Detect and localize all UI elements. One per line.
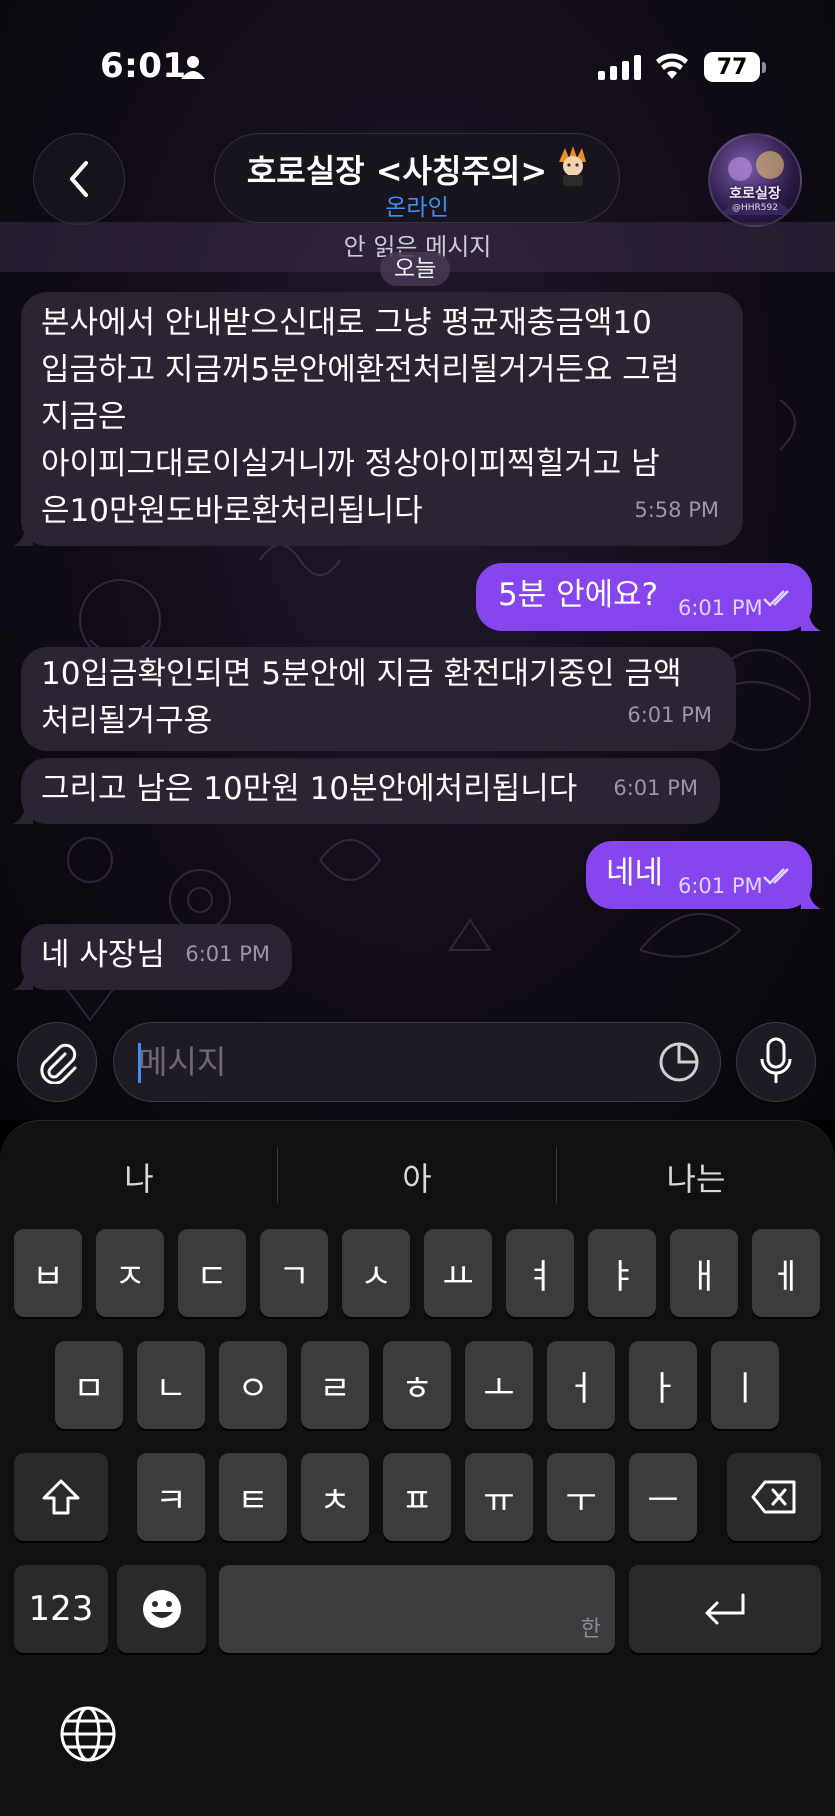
message-time: 6:01 PM bbox=[613, 776, 698, 800]
person-icon bbox=[181, 56, 205, 79]
message-bubble-incoming[interactable]: 그리고 남은 10만원 10분안에처리됩니다 6:01 PM bbox=[13, 758, 720, 824]
key[interactable]: ㅊ bbox=[301, 1453, 369, 1541]
key[interactable]: ㅁ bbox=[55, 1341, 123, 1429]
wifi-icon bbox=[656, 53, 688, 79]
backspace-icon bbox=[751, 1480, 796, 1514]
voice-message-button[interactable] bbox=[736, 1022, 816, 1102]
key[interactable]: ㄴ bbox=[137, 1341, 205, 1429]
emoji-key[interactable] bbox=[117, 1565, 206, 1653]
key[interactable]: ㄷ bbox=[178, 1229, 246, 1317]
battery-indicator: 77 bbox=[704, 52, 760, 82]
message-time: 6:01 PM bbox=[678, 874, 763, 898]
avatar-label: 호로실장 bbox=[729, 186, 781, 202]
keyboard: 나 아 나는 ㅂ ㅈ ㄷ ㄱ ㅅ ㅛ ㅕ ㅑ ㅐ ㅔ ㅁ ㄴ ㅇ ㄹ ㅎ ㅗ ㅓ… bbox=[0, 1120, 835, 1816]
message-bubble-incoming[interactable]: 네 사장님 6:01 PM bbox=[13, 924, 292, 990]
sticker-icon[interactable] bbox=[658, 1041, 700, 1083]
key[interactable]: ㄹ bbox=[301, 1341, 369, 1429]
bubble-tail bbox=[13, 970, 33, 990]
key[interactable]: ㅐ bbox=[670, 1229, 738, 1317]
message-bubble-incoming[interactable]: 10입금확인되면 5분안에 지금 환전대기중인 금액 처리될거구용 6:01 P… bbox=[21, 647, 736, 751]
chat-title[interactable]: 호로실장 <사칭주의> 온라인 bbox=[214, 133, 620, 223]
key[interactable]: ㅑ bbox=[588, 1229, 656, 1317]
key[interactable]: ㅜ bbox=[547, 1453, 615, 1541]
read-checkmarks-icon bbox=[763, 590, 789, 607]
message-text: 네네 bbox=[606, 855, 664, 891]
status-bar: 6:01 77 bbox=[0, 0, 835, 130]
numbers-key[interactable]: 123 bbox=[14, 1565, 108, 1653]
bubble-tail bbox=[801, 611, 821, 631]
key[interactable]: ㅎ bbox=[383, 1341, 451, 1429]
key[interactable]: ㅗ bbox=[465, 1341, 533, 1429]
message-text: 그리고 남은 10만원 10분안에처리됩니다 bbox=[41, 771, 578, 807]
globe-icon[interactable] bbox=[59, 1705, 117, 1763]
avatar-artwork bbox=[720, 151, 794, 215]
bubble-tail bbox=[13, 804, 33, 824]
avatar-handle: @HHR592 bbox=[732, 203, 778, 213]
shift-key[interactable] bbox=[14, 1453, 108, 1541]
key[interactable]: ㅇ bbox=[219, 1341, 287, 1429]
return-key[interactable] bbox=[629, 1565, 821, 1653]
suggestion-item[interactable]: 아 bbox=[278, 1151, 556, 1207]
key[interactable]: ㅓ bbox=[547, 1341, 615, 1429]
back-button[interactable] bbox=[33, 133, 125, 225]
character-sticker-icon bbox=[559, 146, 586, 186]
suggestion-item[interactable]: 나 bbox=[0, 1151, 278, 1207]
key[interactable]: ㅣ bbox=[711, 1341, 779, 1429]
microphone-icon bbox=[760, 1037, 792, 1083]
avatar[interactable]: 호로실장 @HHR592 bbox=[708, 133, 802, 227]
shift-icon bbox=[42, 1479, 80, 1515]
message-field[interactable] bbox=[138, 1037, 638, 1087]
online-status: 온라인 bbox=[385, 195, 449, 221]
key[interactable]: ㄱ bbox=[260, 1229, 328, 1317]
message-time: 6:01 PM bbox=[627, 703, 712, 727]
status-time: 6:01 bbox=[100, 46, 187, 86]
battery-level: 77 bbox=[716, 54, 748, 80]
bubble-tail bbox=[13, 526, 33, 546]
key[interactable]: ㅏ bbox=[629, 1341, 697, 1429]
message-text: 네 사장님 bbox=[41, 937, 165, 973]
date-chip: 오늘 bbox=[380, 252, 451, 286]
key[interactable]: ㅍ bbox=[383, 1453, 451, 1541]
space-key[interactable]: 한 bbox=[219, 1565, 615, 1653]
language-hint: 한 bbox=[580, 1617, 601, 1642]
message-bubble-outgoing[interactable]: 5분 안에요? 6:01 PM bbox=[476, 563, 821, 631]
message-text: 5분 안에요? bbox=[498, 577, 659, 613]
bubble-tail bbox=[801, 889, 821, 909]
message-bubble-incoming[interactable]: 본사에서 안내받으신대로 그냥 평균재충금액10 입금하고 지금꺼5분안에환전처… bbox=[13, 292, 743, 546]
key[interactable]: ㅛ bbox=[424, 1229, 492, 1317]
message-time: 6:01 PM bbox=[185, 942, 270, 966]
paperclip-icon bbox=[40, 1043, 77, 1084]
backspace-key[interactable] bbox=[727, 1453, 821, 1541]
suggestion-item[interactable]: 나는 bbox=[557, 1151, 835, 1207]
attach-button[interactable] bbox=[17, 1022, 97, 1102]
message-bubble-outgoing[interactable]: 네네 6:01 PM bbox=[586, 841, 821, 909]
key[interactable]: ㅈ bbox=[96, 1229, 164, 1317]
key[interactable]: ㅕ bbox=[506, 1229, 574, 1317]
emoji-icon bbox=[142, 1590, 181, 1628]
key[interactable]: ㅌ bbox=[219, 1453, 287, 1541]
key[interactable]: ㅋ bbox=[137, 1453, 205, 1541]
chevron-left-icon bbox=[70, 161, 88, 197]
message-time: 5:58 PM bbox=[634, 498, 719, 522]
cellular-signal-icon bbox=[598, 54, 641, 80]
key[interactable]: ㅡ bbox=[629, 1453, 697, 1541]
return-icon bbox=[705, 1593, 745, 1625]
message-time: 6:01 PM bbox=[678, 596, 763, 620]
key[interactable]: ㅂ bbox=[14, 1229, 82, 1317]
battery-cap bbox=[762, 62, 766, 73]
message-input[interactable] bbox=[113, 1022, 721, 1102]
key[interactable]: ㅠ bbox=[465, 1453, 533, 1541]
read-checkmarks-icon bbox=[763, 868, 789, 885]
key[interactable]: ㅔ bbox=[752, 1229, 820, 1317]
key[interactable]: ㅅ bbox=[342, 1229, 410, 1317]
